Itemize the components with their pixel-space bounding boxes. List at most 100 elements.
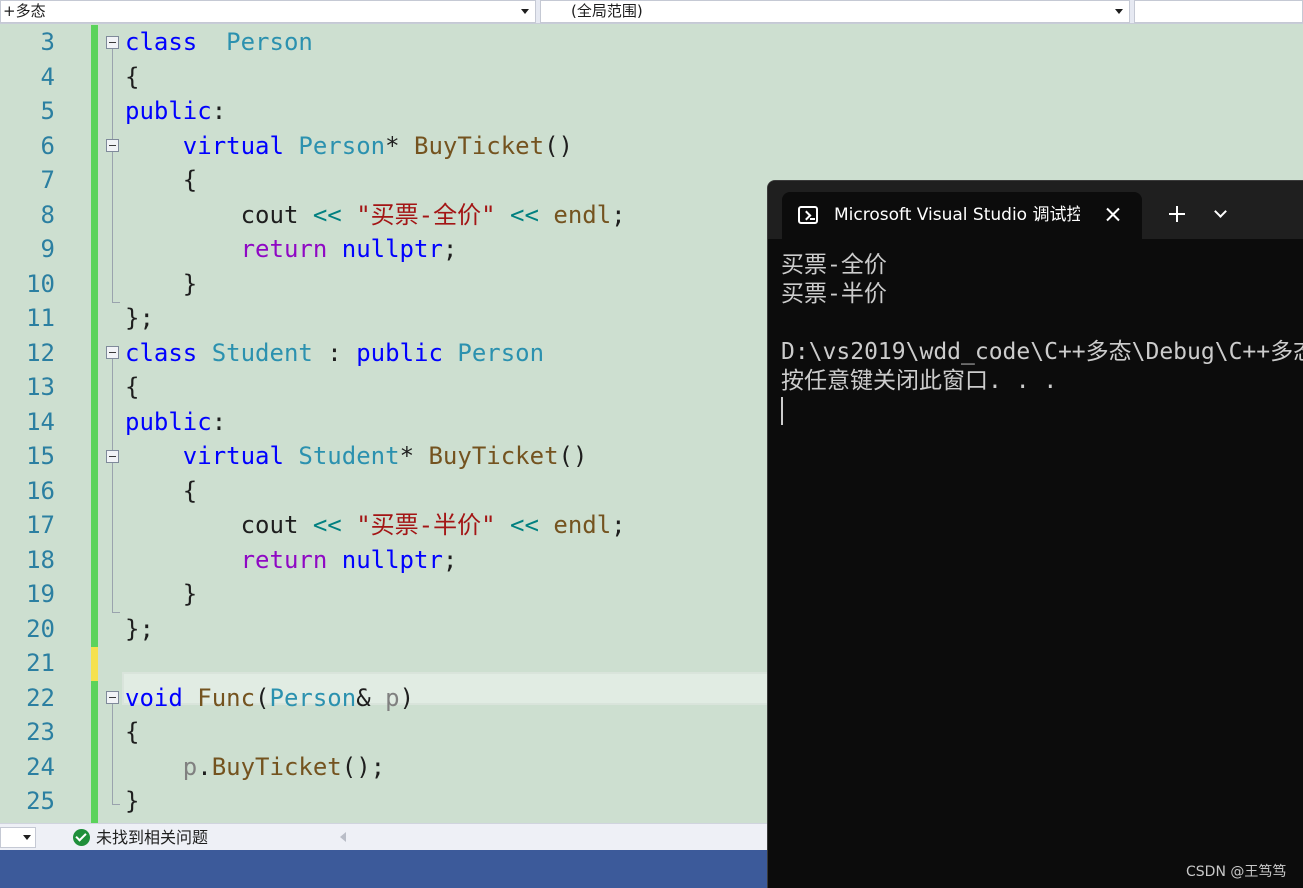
terminal-icon — [798, 206, 818, 224]
code-token: Person — [226, 28, 313, 56]
code-line[interactable]: 4{ — [0, 60, 1303, 95]
code-text: { — [125, 60, 139, 95]
code-text: cout << "买票-全价" << endl; — [125, 198, 626, 233]
line-number: 15 — [26, 442, 55, 470]
line-number: 4 — [40, 62, 55, 91]
text-cursor — [781, 397, 783, 425]
code-text: void Func(Person& p) — [125, 681, 414, 716]
line-number: 23 — [26, 718, 55, 746]
line-number: 17 — [26, 511, 55, 539]
code-token: endl — [553, 511, 612, 539]
line-number: 12 — [26, 338, 55, 367]
code-token: } — [125, 580, 198, 608]
console-output-line: 买票-全价 — [781, 252, 887, 278]
console-output-line: D:\vs2019\wdd_code\C++多态\Debug\C++多态.exe — [781, 339, 1303, 365]
global-scope-dropdown[interactable]: (全局范围) — [540, 0, 1130, 23]
code-token: } — [125, 787, 140, 815]
line-number: 13 — [26, 373, 55, 401]
project-scope-dropdown[interactable]: +多态 — [0, 0, 536, 23]
code-token: << — [312, 200, 342, 229]
code-token: . — [197, 752, 212, 781]
code-token: * — [385, 131, 415, 160]
code-token: ( — [255, 683, 270, 712]
code-text: class Student : public Person — [125, 336, 544, 371]
code-token: Student — [211, 338, 313, 367]
code-text: { — [125, 370, 139, 405]
code-token: BuyTicket — [414, 131, 545, 160]
plus-icon[interactable] — [1166, 203, 1188, 225]
line-number: 10 — [26, 269, 55, 298]
watermark: CSDN @王笃笃 — [1186, 864, 1287, 880]
chevron-down-icon[interactable] — [1212, 205, 1230, 223]
code-token: p — [182, 752, 198, 781]
line-number: 6 — [40, 131, 55, 160]
code-text: } — [125, 784, 139, 819]
code-token: << — [510, 511, 539, 539]
line-number: 3 — [40, 28, 55, 56]
code-token: } — [125, 269, 198, 298]
code-token: Person — [269, 683, 357, 712]
scroll-left-arrow-icon[interactable] — [340, 832, 346, 842]
code-token: BuyTicket — [211, 752, 342, 781]
code-text: cout << "买票-半价" << endl; — [125, 508, 626, 543]
console-tab[interactable]: Microsoft Visual Studio 调试控制台 — [782, 192, 1142, 239]
code-text: } — [125, 577, 197, 612]
code-text: { — [125, 163, 197, 198]
line-number: 14 — [26, 407, 55, 436]
line-number: 5 — [40, 97, 55, 125]
close-icon[interactable] — [1102, 204, 1124, 226]
code-token: << — [510, 200, 539, 229]
code-text: } — [125, 267, 197, 302]
debug-console-window[interactable]: Microsoft Visual Studio 调试控制台 买票-全价买票-半价… — [767, 180, 1303, 888]
member-scope-dropdown[interactable] — [1134, 0, 1303, 23]
line-number: 25 — [26, 787, 55, 815]
zoom-level-dropdown[interactable] — [0, 827, 36, 848]
code-text: virtual Person* BuyTicket() — [125, 129, 573, 164]
code-token: () — [544, 131, 573, 160]
line-number: 21 — [26, 649, 55, 677]
code-token: public — [125, 97, 212, 125]
code-token: Person — [457, 338, 545, 367]
line-number: 8 — [40, 200, 55, 229]
code-text: public: — [125, 94, 226, 129]
code-text: p.BuyTicket(); — [125, 750, 385, 785]
code-token: Student — [298, 442, 400, 470]
line-number: 7 — [40, 166, 55, 194]
code-token: cout — [125, 200, 313, 229]
code-token: BuyTicket — [428, 442, 559, 470]
code-token: public — [125, 407, 212, 436]
code-line[interactable]: 5 public: — [0, 94, 1303, 129]
code-token: class — [125, 338, 198, 367]
code-token: endl — [553, 200, 612, 229]
code-token: cout — [125, 511, 313, 539]
code-token: ; — [611, 511, 626, 539]
line-number: 19 — [26, 580, 55, 608]
issues-status-text[interactable]: 未找到相关问题 — [96, 827, 208, 849]
code-token: "买票-全价" — [356, 200, 496, 229]
code-text: virtual Student* BuyTicket() — [125, 439, 588, 474]
code-token: nullptr — [341, 235, 443, 263]
code-token: () — [558, 442, 588, 470]
code-token: ; — [442, 235, 458, 263]
code-token: nullptr — [341, 545, 443, 574]
code-token: class — [125, 28, 198, 56]
code-token: : — [211, 97, 227, 125]
code-token: { — [125, 476, 198, 505]
code-line[interactable]: 6 virtual Person* BuyTicket() — [0, 129, 1303, 164]
code-token: * — [399, 442, 429, 470]
code-token: Person — [298, 131, 386, 160]
code-token: p — [385, 683, 400, 712]
code-text: { — [125, 715, 139, 750]
code-line[interactable]: 3 class Person — [0, 25, 1303, 60]
